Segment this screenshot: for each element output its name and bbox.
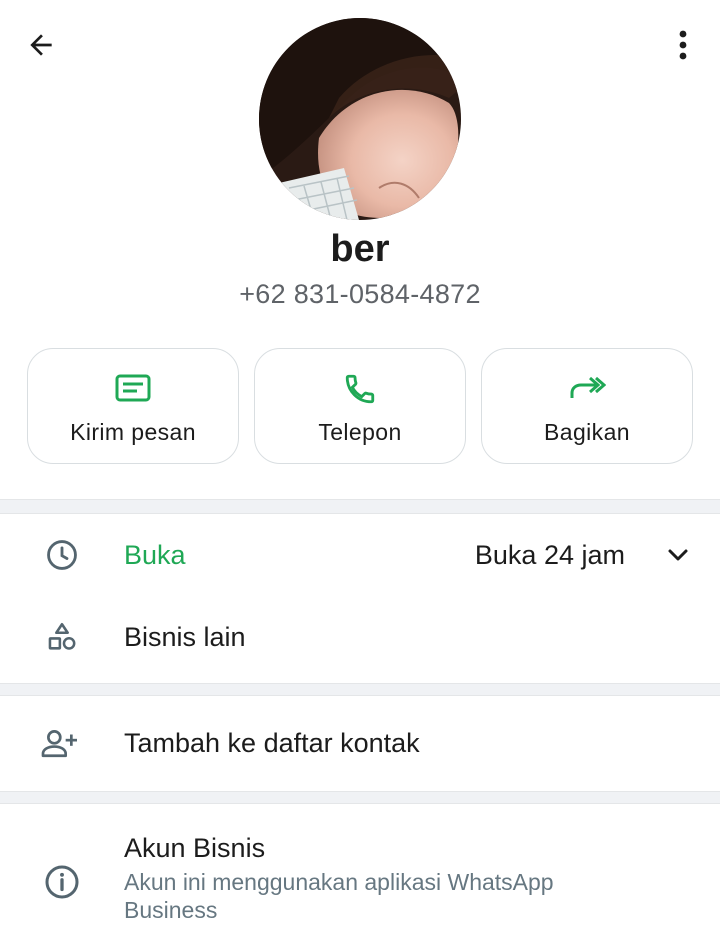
contact-name: ber — [330, 228, 390, 270]
message-icon — [113, 369, 153, 409]
clock-icon — [42, 535, 82, 575]
phone-icon — [340, 369, 380, 409]
add-person-icon — [40, 723, 80, 763]
section-divider — [0, 683, 720, 696]
send-message-button[interactable]: Kirim pesan — [27, 348, 239, 464]
add-contact-label: Tambah ke daftar kontak — [124, 727, 420, 758]
share-label: Bagikan — [544, 418, 630, 445]
more-vertical-icon — [679, 30, 687, 60]
call-button[interactable]: Telepon — [254, 348, 466, 464]
business-hours-row[interactable]: Buka Buka 24 jam — [0, 524, 720, 586]
back-button[interactable] — [22, 26, 60, 64]
share-button[interactable]: Bagikan — [481, 348, 693, 464]
business-hours-value: Buka 24 jam — [474, 539, 625, 570]
business-hours-status: Buka — [124, 539, 186, 570]
call-label: Telepon — [318, 418, 402, 445]
other-business-label: Bisnis lain — [124, 621, 246, 652]
contact-phone: +62 831-0584-4872 — [239, 279, 481, 309]
avatar[interactable] — [259, 18, 461, 220]
add-contact-row[interactable]: Tambah ke daftar kontak — [0, 712, 720, 774]
section-divider — [0, 791, 720, 804]
more-options-button[interactable] — [668, 26, 698, 64]
other-business-row[interactable]: Bisnis lain — [0, 606, 720, 668]
section-divider — [0, 499, 720, 514]
business-account-description: Akun ini menggunakan aplikasi WhatsApp B… — [124, 869, 554, 923]
business-account-title: Akun Bisnis — [124, 833, 266, 863]
profile-photo — [259, 18, 461, 220]
send-message-label: Kirim pesan — [70, 418, 196, 445]
info-icon — [42, 862, 82, 902]
chevron-down-icon[interactable] — [664, 541, 692, 569]
arrow-left-icon — [30, 34, 52, 56]
shapes-icon — [42, 617, 82, 657]
share-icon — [567, 369, 607, 409]
action-buttons: Kirim pesan Telepon Bagikan — [27, 348, 693, 466]
